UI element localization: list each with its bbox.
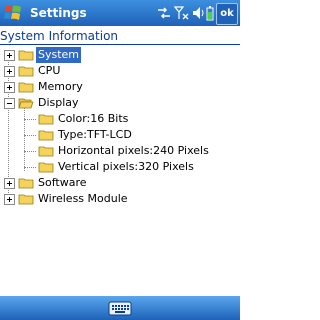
tree-item-label: Memory	[38, 80, 83, 93]
folder-icon	[38, 114, 54, 125]
tree-item-label: System	[36, 47, 82, 63]
tree-item-label: Software	[38, 176, 87, 189]
section-title: System Information	[0, 29, 119, 43]
expand-icon[interactable]	[4, 178, 15, 189]
connectivity-icon[interactable]	[156, 5, 172, 21]
folder-icon	[18, 66, 34, 77]
tree-item-label: CPU	[38, 64, 61, 77]
bottom-menu-bar	[0, 296, 240, 320]
expand-icon[interactable]	[4, 194, 15, 205]
tree-item-vertical-pixels[interactable]: Vertical pixels:320 Pixels	[0, 159, 240, 175]
ok-button[interactable]: ok	[216, 3, 238, 25]
tree-item-label: Color:16 Bits	[58, 112, 129, 125]
tree-item-cpu[interactable]: CPU	[0, 63, 240, 79]
tree-item-horizontal-pixels[interactable]: Horizontal pixels:240 Pixels	[0, 143, 240, 159]
folder-icon	[38, 146, 54, 157]
window-title: Settings	[30, 6, 87, 20]
tree-branch	[24, 119, 36, 120]
signal-icon[interactable]	[174, 5, 190, 21]
expand-icon[interactable]	[4, 82, 15, 93]
tree-item-label: Display	[38, 96, 79, 109]
folder-open-icon	[18, 98, 34, 109]
tree-item-display[interactable]: Display	[0, 95, 240, 111]
tree-item-memory[interactable]: Memory	[0, 79, 240, 95]
status-icons[interactable]	[156, 4, 216, 22]
tree-item-label: Vertical pixels:320 Pixels	[58, 160, 194, 173]
tree-item-label: Horizontal pixels:240 Pixels	[58, 144, 209, 157]
keyboard-icon[interactable]	[108, 299, 132, 317]
tree-item-color[interactable]: Color:16 Bits	[0, 111, 240, 127]
tree-item-label: Wireless Module	[38, 192, 128, 205]
windows-start-icon[interactable]	[3, 3, 23, 23]
title-bar: Settings ok	[0, 0, 240, 26]
tree-item-wireless-module[interactable]: Wireless Module	[0, 191, 240, 207]
tree-item-type[interactable]: Type:TFT-LCD	[0, 127, 240, 143]
battery-icon[interactable]	[205, 5, 216, 21]
volume-icon[interactable]	[192, 5, 206, 21]
tree-branch	[24, 135, 36, 136]
system-info-tree[interactable]: System CPU Memory Display Color:16 Bits	[0, 45, 240, 295]
expand-icon[interactable]	[4, 66, 15, 77]
tree-branch	[24, 167, 36, 168]
folder-icon	[38, 130, 54, 141]
folder-icon	[18, 50, 34, 61]
tree-branch	[24, 151, 36, 152]
folder-icon	[38, 162, 54, 173]
folder-icon	[18, 194, 34, 205]
tree-item-system[interactable]: System	[0, 47, 240, 63]
folder-icon	[18, 82, 34, 93]
collapse-icon[interactable]	[4, 98, 15, 109]
tree-item-label: Type:TFT-LCD	[58, 128, 132, 141]
tree-item-software[interactable]: Software	[0, 175, 240, 191]
expand-icon[interactable]	[4, 50, 15, 61]
folder-icon	[18, 178, 34, 189]
